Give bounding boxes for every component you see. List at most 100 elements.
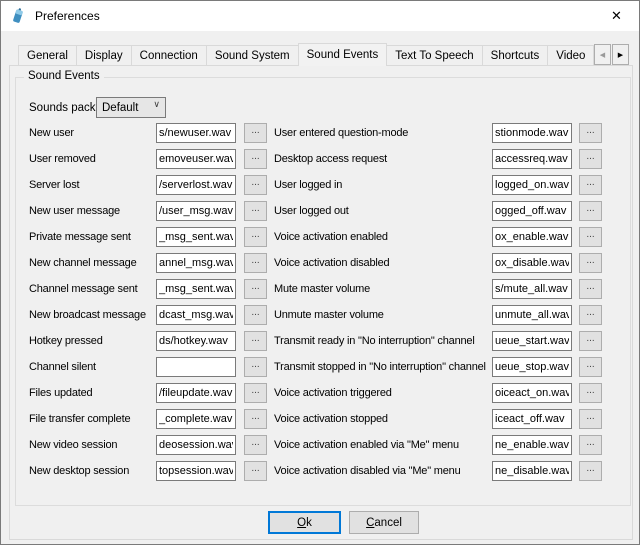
browse-button[interactable]: ... xyxy=(244,175,267,195)
sound-file-input[interactable] xyxy=(156,279,236,299)
sound-event-label: New broadcast message xyxy=(29,309,146,321)
browse-button[interactable]: ... xyxy=(244,357,267,377)
sound-file-input[interactable] xyxy=(492,331,572,351)
ok-button[interactable]: Ok xyxy=(268,511,341,534)
sound-event-row: Files updated ... Voice activation trigg… xyxy=(16,383,628,409)
browse-button[interactable]: ... xyxy=(579,175,602,195)
sound-file-input[interactable] xyxy=(492,409,572,429)
sound-event-label: Mute master volume xyxy=(274,283,370,295)
sound-file-input[interactable] xyxy=(156,305,236,325)
browse-button[interactable]: ... xyxy=(579,253,602,273)
sound-file-input[interactable] xyxy=(492,461,572,481)
sound-file-input[interactable] xyxy=(492,227,572,247)
sound-event-label: User logged out xyxy=(274,205,349,217)
tab-scroll-left-icon[interactable]: ◀ xyxy=(594,44,611,65)
tab-bar: GeneralDisplayConnectionSound SystemSoun… xyxy=(9,43,601,66)
sound-event-label: Server lost xyxy=(29,179,79,191)
browse-button[interactable]: ... xyxy=(579,383,602,403)
sound-file-input[interactable] xyxy=(156,201,236,221)
browse-button[interactable]: ... xyxy=(579,227,602,247)
browse-button[interactable]: ... xyxy=(579,409,602,429)
sound-file-input[interactable] xyxy=(156,253,236,273)
tab-display[interactable]: Display xyxy=(76,45,132,65)
sound-file-input[interactable] xyxy=(156,409,236,429)
browse-button[interactable]: ... xyxy=(244,279,267,299)
sound-event-label: File transfer complete xyxy=(29,413,130,425)
sound-file-input[interactable] xyxy=(156,123,236,143)
sound-file-input[interactable] xyxy=(492,357,572,377)
ok-button-label: Ok xyxy=(270,517,339,529)
tab-shortcuts[interactable]: Shortcuts xyxy=(482,45,549,65)
sound-event-label: Voice activation triggered xyxy=(274,387,392,399)
sound-file-input[interactable] xyxy=(156,357,236,377)
sound-event-label: Voice activation disabled xyxy=(274,257,389,269)
sound-event-row: Hotkey pressed ... Transmit ready in "No… xyxy=(16,331,628,357)
browse-button[interactable]: ... xyxy=(579,331,602,351)
sound-file-input[interactable] xyxy=(492,383,572,403)
tab-connection[interactable]: Connection xyxy=(131,45,207,65)
sound-event-label: User entered question-mode xyxy=(274,127,408,139)
tab-general[interactable]: General xyxy=(18,45,77,65)
window-title: Preferences xyxy=(35,9,100,23)
tab-sound-system[interactable]: Sound System xyxy=(206,45,299,65)
browse-button[interactable]: ... xyxy=(244,227,267,247)
sound-file-input[interactable] xyxy=(492,201,572,221)
sound-file-input[interactable] xyxy=(156,461,236,481)
sound-file-input[interactable] xyxy=(492,149,572,169)
sounds-pack-dropdown[interactable]: Default ∨ xyxy=(96,97,166,118)
sound-file-input[interactable] xyxy=(492,123,572,143)
browse-button[interactable]: ... xyxy=(579,149,602,169)
browse-button[interactable]: ... xyxy=(244,435,267,455)
browse-button[interactable]: ... xyxy=(244,331,267,351)
sound-event-row: Channel message sent ... Mute master vol… xyxy=(16,279,628,305)
sound-file-input[interactable] xyxy=(156,331,236,351)
tab-sound-events[interactable]: Sound Events xyxy=(298,43,388,66)
sound-event-row: New video session ... Voice activation e… xyxy=(16,435,628,461)
tab-strip: GeneralDisplayConnectionSound SystemSoun… xyxy=(9,43,633,66)
browse-button[interactable]: ... xyxy=(579,201,602,221)
sound-event-label: Hotkey pressed xyxy=(29,335,103,347)
browse-button[interactable]: ... xyxy=(244,383,267,403)
cancel-button-label: Cancel xyxy=(350,517,418,529)
browse-button[interactable]: ... xyxy=(244,305,267,325)
sound-event-label: User removed xyxy=(29,153,96,165)
browse-button[interactable]: ... xyxy=(579,357,602,377)
sound-file-input[interactable] xyxy=(156,383,236,403)
groupbox-title: Sound Events xyxy=(24,70,104,82)
tab-scroll-right-icon[interactable]: ▶ xyxy=(612,44,629,65)
browse-button[interactable]: ... xyxy=(244,149,267,169)
browse-button[interactable]: ... xyxy=(244,253,267,273)
sound-event-label: Transmit stopped in "No interruption" ch… xyxy=(274,361,486,373)
sound-file-input[interactable] xyxy=(156,175,236,195)
sound-event-row: New desktop session ... Voice activation… xyxy=(16,461,628,487)
sound-file-input[interactable] xyxy=(492,175,572,195)
sound-event-label: Voice activation disabled via "Me" menu xyxy=(274,465,461,477)
sound-event-row: File transfer complete ... Voice activat… xyxy=(16,409,628,435)
sound-event-label: Desktop access request xyxy=(274,153,387,165)
browse-button[interactable]: ... xyxy=(244,123,267,143)
sound-file-input[interactable] xyxy=(156,435,236,455)
sound-file-input[interactable] xyxy=(492,305,572,325)
sound-file-input[interactable] xyxy=(492,279,572,299)
browse-button[interactable]: ... xyxy=(244,461,267,481)
sound-file-input[interactable] xyxy=(156,149,236,169)
browse-button[interactable]: ... xyxy=(579,435,602,455)
browse-button[interactable]: ... xyxy=(579,461,602,481)
close-icon[interactable]: ✕ xyxy=(594,1,639,31)
tab-text-to-speech[interactable]: Text To Speech xyxy=(386,45,482,65)
sound-event-label: Unmute master volume xyxy=(274,309,384,321)
tab-video[interactable]: Video xyxy=(547,45,594,65)
browse-button[interactable]: ... xyxy=(579,123,602,143)
browse-button[interactable]: ... xyxy=(579,279,602,299)
chevron-down-icon: ∨ xyxy=(153,100,160,110)
sound-file-input[interactable] xyxy=(156,227,236,247)
sound-file-input[interactable] xyxy=(492,253,572,273)
sound-event-label: Transmit ready in "No interruption" chan… xyxy=(274,335,475,347)
cancel-button[interactable]: Cancel xyxy=(349,511,419,534)
sound-file-input[interactable] xyxy=(492,435,572,455)
browse-button[interactable]: ... xyxy=(244,409,267,429)
sounds-pack-label: Sounds pack xyxy=(29,102,96,114)
browse-button[interactable]: ... xyxy=(579,305,602,325)
sound-event-label: New user message xyxy=(29,205,120,217)
browse-button[interactable]: ... xyxy=(244,201,267,221)
